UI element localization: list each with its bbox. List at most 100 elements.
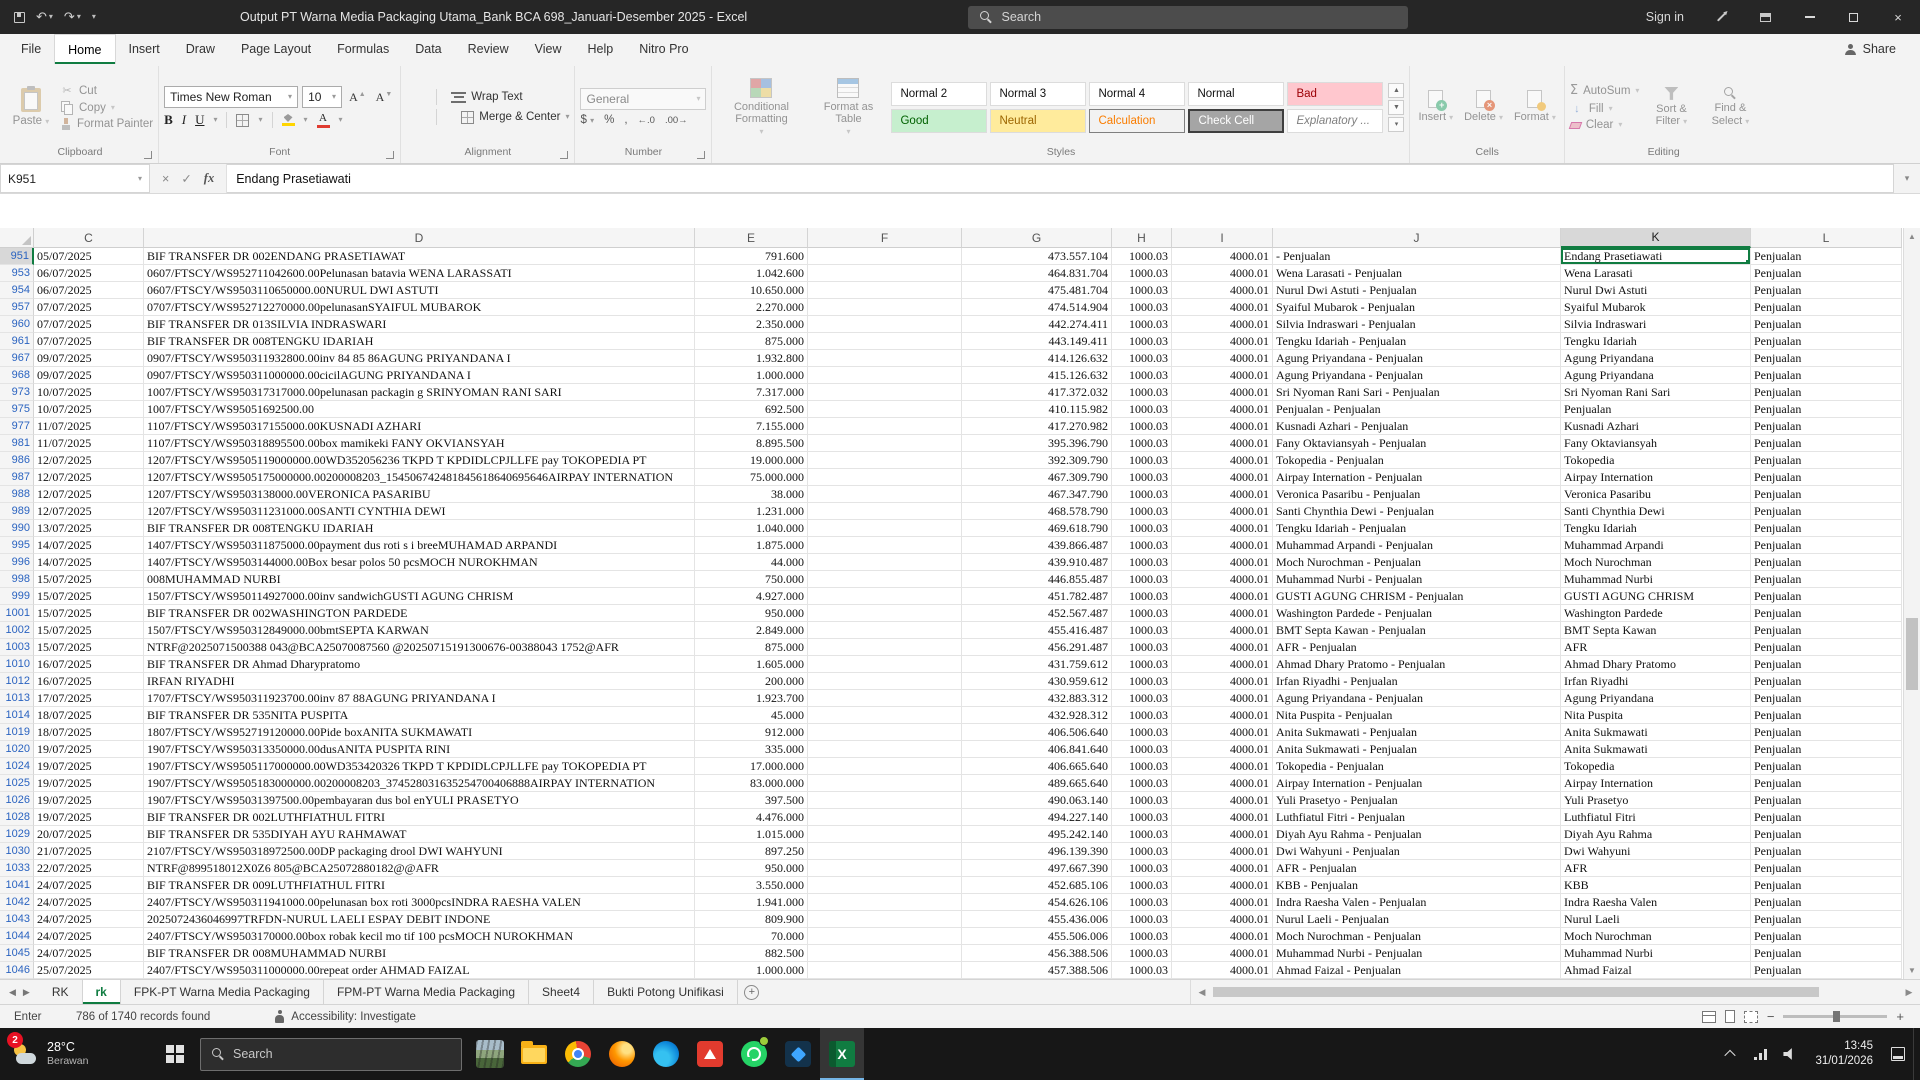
column-header-l[interactable]: L — [1751, 228, 1902, 248]
ribbon-tab-review[interactable]: Review — [455, 34, 522, 64]
cell-d1041[interactable]: BIF TRANSFER DR 009LUTHFIATHUL FITRI — [144, 877, 695, 894]
cell-f998[interactable] — [808, 571, 962, 588]
cell-j975[interactable]: Penjualan - Penjualan — [1273, 401, 1561, 418]
cell-j953[interactable]: Wena Larasati - Penjualan — [1273, 265, 1561, 282]
cell-g1030[interactable]: 496.139.390 — [962, 843, 1112, 860]
cell-e1020[interactable]: 335.000 — [695, 741, 808, 758]
cell-h1029[interactable]: 1000.03 — [1112, 826, 1172, 843]
cell-c1041[interactable]: 24/07/2025 — [34, 877, 144, 894]
cell-c1001[interactable]: 15/07/2025 — [34, 605, 144, 622]
cell-c1025[interactable]: 19/07/2025 — [34, 775, 144, 792]
bold-button[interactable]: B — [164, 112, 173, 128]
cell-d1033[interactable]: NTRF@899518012X0Z6 805@BCA25072880182@@A… — [144, 860, 695, 877]
cell-e953[interactable]: 1.042.600 — [695, 265, 808, 282]
cell-i1002[interactable]: 4000.01 — [1172, 622, 1273, 639]
cell-d1044[interactable]: 2407/FTSCY/WS9503170000.00box robak keci… — [144, 928, 695, 945]
cell-d1013[interactable]: 1707/FTSCY/WS950311923700.00inv 87 88AGU… — [144, 690, 695, 707]
cell-f1024[interactable] — [808, 758, 962, 775]
ribbon-display-options-button[interactable] — [1744, 0, 1788, 34]
ribbon-tab-draw[interactable]: Draw — [173, 34, 228, 64]
paste-button[interactable]: Paste ▾ — [7, 85, 55, 127]
cell-h1033[interactable]: 1000.03 — [1112, 860, 1172, 877]
whatsapp-button[interactable] — [732, 1028, 776, 1080]
cell-g1046[interactable]: 457.388.506 — [962, 962, 1112, 979]
cell-h951[interactable]: 1000.03 — [1112, 248, 1172, 265]
fill-button[interactable]: ↓ Fill ▾ — [1570, 102, 1640, 115]
row-header-1001[interactable]: 1001 — [0, 605, 34, 622]
cell-i1012[interactable]: 4000.01 — [1172, 673, 1273, 690]
cell-f995[interactable] — [808, 537, 962, 554]
cell-f953[interactable] — [808, 265, 962, 282]
style-neutral[interactable]: Neutral — [990, 108, 1087, 133]
cell-g1041[interactable]: 452.685.106 — [962, 877, 1112, 894]
dialog-launcher-icon[interactable] — [560, 151, 569, 159]
row-header-995[interactable]: 995 — [0, 537, 34, 554]
weather-widget[interactable]: 2 28°C Berawan — [0, 1028, 152, 1080]
cell-i1033[interactable]: 4000.01 — [1172, 860, 1273, 877]
cell-l990[interactable]: Penjualan — [1751, 520, 1902, 537]
scroll-left-icon[interactable]: ◀ — [1193, 987, 1211, 998]
cell-k1044[interactable]: Moch Nurochman — [1561, 928, 1751, 945]
new-sheet-button[interactable]: + — [738, 980, 766, 1004]
find-select-button[interactable]: Find & Select ▾ — [1703, 87, 1757, 127]
cell-g987[interactable]: 467.309.790 — [962, 469, 1112, 486]
cell-d1026[interactable]: 1907/FTSCY/WS95031397500.00pembayaran du… — [144, 792, 695, 809]
cell-i999[interactable]: 4000.01 — [1172, 588, 1273, 605]
cell-k1043[interactable]: Nurul Laeli — [1561, 911, 1751, 928]
cell-d961[interactable]: BIF TRANSFER DR 008TENGKU IDARIAH — [144, 333, 695, 350]
cell-j977[interactable]: Kusnadi Azhari - Penjualan — [1273, 418, 1561, 435]
cell-f1013[interactable] — [808, 690, 962, 707]
cell-c1003[interactable]: 15/07/2025 — [34, 639, 144, 656]
cell-i1045[interactable]: 4000.01 — [1172, 945, 1273, 962]
formula-input[interactable]: Endang Prasetiawati — [227, 164, 1894, 193]
cell-h1020[interactable]: 1000.03 — [1112, 741, 1172, 758]
cell-e957[interactable]: 2.270.000 — [695, 299, 808, 316]
cell-c967[interactable]: 09/07/2025 — [34, 350, 144, 367]
cell-c1029[interactable]: 20/07/2025 — [34, 826, 144, 843]
cell-h1028[interactable]: 1000.03 — [1112, 809, 1172, 826]
cell-j998[interactable]: Muhammad Nurbi - Penjualan — [1273, 571, 1561, 588]
cell-i1044[interactable]: 4000.01 — [1172, 928, 1273, 945]
sheet-tab-sheet4[interactable]: Sheet4 — [529, 980, 595, 1004]
cell-j1024[interactable]: Tokopedia - Penjualan — [1273, 758, 1561, 775]
middle-align-button[interactable] — [416, 95, 422, 99]
align-left-button[interactable] — [406, 115, 412, 119]
cell-d975[interactable]: 1007/FTSCY/WS95051692500.00 — [144, 401, 695, 418]
cell-i987[interactable]: 4000.01 — [1172, 469, 1273, 486]
cell-g961[interactable]: 443.149.411 — [962, 333, 1112, 350]
row-header-1046[interactable]: 1046 — [0, 962, 34, 979]
accessibility-status[interactable]: Accessibility: Investigate — [274, 1010, 416, 1023]
cell-j1014[interactable]: Nita Puspita - Penjualan — [1273, 707, 1561, 724]
style-check-cell[interactable]: Check Cell — [1188, 108, 1285, 133]
column-header-g[interactable]: G — [962, 228, 1112, 248]
style-normal-2[interactable]: Normal 2 — [891, 81, 988, 106]
cell-l957[interactable]: Penjualan — [1751, 299, 1902, 316]
cell-e1019[interactable]: 912.000 — [695, 724, 808, 741]
cell-h998[interactable]: 1000.03 — [1112, 571, 1172, 588]
cell-k990[interactable]: Tengku Idariah — [1561, 520, 1751, 537]
cell-d1020[interactable]: 1907/FTSCY/WS950313350000.00dusANITA PUS… — [144, 741, 695, 758]
cell-k986[interactable]: Tokopedia — [1561, 452, 1751, 469]
delete-cells-button[interactable]: Delete ▾ — [1461, 90, 1506, 123]
cell-g1013[interactable]: 432.883.312 — [962, 690, 1112, 707]
cell-e1001[interactable]: 950.000 — [695, 605, 808, 622]
cell-c1014[interactable]: 18/07/2025 — [34, 707, 144, 724]
cell-c990[interactable]: 13/07/2025 — [34, 520, 144, 537]
cell-f968[interactable] — [808, 367, 962, 384]
cell-c986[interactable]: 12/07/2025 — [34, 452, 144, 469]
cell-d954[interactable]: 0607/FTSCY/WS9503110650000.00NURUL DWI A… — [144, 282, 695, 299]
row-header-999[interactable]: 999 — [0, 588, 34, 605]
cell-j957[interactable]: Syaiful Mubarok - Penjualan — [1273, 299, 1561, 316]
cell-i1024[interactable]: 4000.01 — [1172, 758, 1273, 775]
taskbar-clock[interactable]: 13:45 31/01/2026 — [1805, 1039, 1883, 1069]
cell-j981[interactable]: Fany Oktaviansyah - Penjualan — [1273, 435, 1561, 452]
row-header-1003[interactable]: 1003 — [0, 639, 34, 656]
cell-d1019[interactable]: 1807/FTSCY/WS952719120000.00Pide boxANIT… — [144, 724, 695, 741]
cell-e1029[interactable]: 1.015.000 — [695, 826, 808, 843]
cell-i988[interactable]: 4000.01 — [1172, 486, 1273, 503]
cell-h987[interactable]: 1000.03 — [1112, 469, 1172, 486]
cell-c981[interactable]: 11/07/2025 — [34, 435, 144, 452]
cell-l968[interactable]: Penjualan — [1751, 367, 1902, 384]
cell-d1003[interactable]: NTRF@2025071500388 043@BCA25070087560 @2… — [144, 639, 695, 656]
cell-c995[interactable]: 14/07/2025 — [34, 537, 144, 554]
